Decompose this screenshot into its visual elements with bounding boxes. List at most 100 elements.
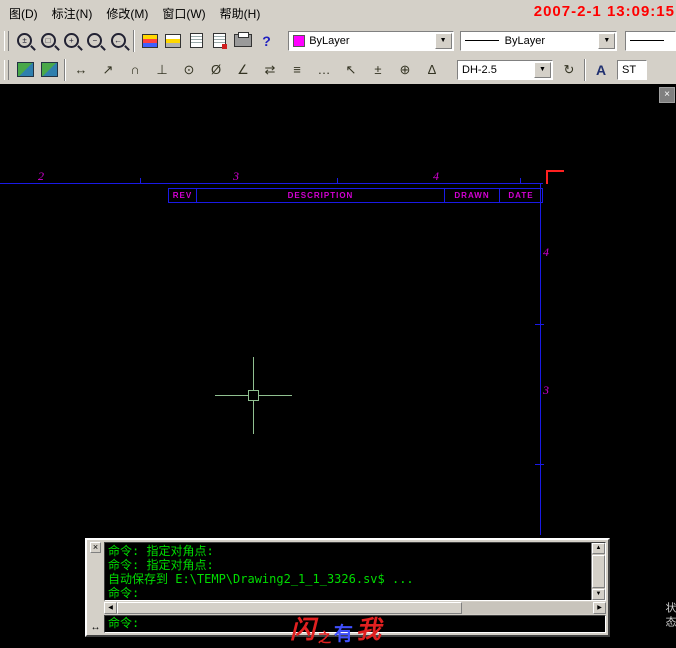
clock-overlay: 2007-2-1 13:09:15 [533, 3, 675, 20]
arc-length-dimension-icon[interactable]: ∩ [123, 58, 147, 82]
lineweight-combo[interactable] [625, 30, 676, 51]
menu-draw[interactable]: 图(D) [2, 1, 45, 26]
linetype-combo[interactable]: ByLayer ▼ [459, 30, 618, 51]
object-properties-icon[interactable] [185, 29, 208, 53]
menu-help[interactable]: 帮助(H) [213, 1, 268, 26]
scroll-up-icon[interactable]: ▲ [592, 543, 605, 554]
match-properties-icon[interactable] [208, 29, 231, 53]
menu-window[interactable]: 窗口(W) [155, 1, 212, 26]
command-history[interactable]: 命令: 指定对角点: 命令: 指定对角点: 自动保存到 E:\TEMP\Draw… [104, 542, 606, 601]
color-combo[interactable]: ByLayer ▼ [288, 30, 454, 51]
dimension-edit-icon[interactable]: Δ [420, 58, 444, 82]
sw-isometric-view-icon[interactable] [13, 58, 37, 82]
color-combo-value: ByLayer [309, 34, 350, 47]
linetype-sample-icon [464, 40, 499, 41]
zoom-in-icon[interactable]: + [60, 29, 83, 53]
document-icon [189, 33, 203, 48]
menu-bar: 图(D) 标注(N) 修改(M) 窗口(W) 帮助(H) 2007-2-1 13… [0, 0, 676, 26]
scroll-right-icon[interactable]: ▶ [593, 602, 606, 614]
icon-glyph: ↻ [563, 62, 575, 77]
icon-glyph: Ø [210, 62, 222, 77]
toolbar-separator [64, 58, 66, 81]
text-style-icon[interactable]: A [589, 58, 613, 82]
text-style-combo[interactable]: ST [617, 59, 647, 80]
watermark-char: 有 [334, 624, 354, 645]
vertical-scrollbar[interactable]: ▲ ▼ [591, 543, 605, 600]
zone-tick [337, 178, 338, 184]
dimension-toolbar: ↔ ↗ ∩ ⊥ ⊙ Ø ∠ ⇄ ≡ … ↖ ± ⊕ Δ DH-2.5 ▼ ↻ A… [0, 55, 676, 84]
command-history-lines: 命令: 指定对角点: 命令: 指定对角点: 自动保存到 E:\TEMP\Draw… [108, 544, 589, 600]
text-style-combo-value: ST [622, 63, 637, 76]
diameter-dimension-icon[interactable]: Ø [204, 58, 228, 82]
command-history-line: 命令: 指定对角点: [108, 558, 214, 572]
icon-glyph: + [69, 35, 74, 45]
icon-glyph: ↖ [345, 62, 357, 77]
zoom-previous-icon[interactable]: ← [106, 29, 129, 53]
zoom-window-icon[interactable]: □ [36, 29, 59, 53]
title-block-header-description: DESCRIPTION [197, 189, 445, 202]
command-history-line: 自动保存到 E:\TEMP\Drawing2_1_1_3326.sv$ ... [108, 572, 414, 586]
watermark-char: 我 [356, 617, 382, 644]
icon-glyph: ± [374, 62, 382, 77]
aligned-dimension-icon[interactable]: ↗ [96, 58, 120, 82]
command-history-line: 命令: 指定对角点: [108, 544, 214, 558]
menu-dimension[interactable]: 标注(N) [45, 1, 100, 26]
scrollbar-thumb[interactable] [592, 555, 605, 588]
zone-tick [140, 178, 141, 184]
toolbar-separator [132, 29, 135, 52]
magnifier-icon: ← [110, 33, 126, 48]
question-mark-icon: ? [262, 32, 271, 49]
layers-list-icon[interactable] [161, 29, 184, 53]
zoom-out-icon[interactable]: − [83, 29, 106, 53]
help-icon[interactable]: ? [255, 29, 278, 53]
document-icon [213, 33, 228, 49]
zoom-realtime-icon[interactable]: ± [13, 29, 36, 53]
se-isometric-view-icon[interactable] [37, 58, 61, 82]
zone-label: 3 [233, 169, 239, 183]
icon-glyph: ≡ [293, 62, 301, 77]
angular-dimension-icon[interactable]: ∠ [231, 58, 255, 82]
layer-properties-icon[interactable] [138, 29, 161, 53]
title-block-header-drawn: DRAWN [445, 189, 500, 202]
continue-dimension-icon[interactable]: … [312, 58, 336, 82]
layers-stack-icon [141, 33, 158, 48]
icon-glyph: ← [114, 35, 123, 45]
title-block-header-rev: REV [169, 189, 197, 202]
command-window-titlebar[interactable]: × ↔ [89, 542, 102, 633]
radius-dimension-icon[interactable]: ⊙ [177, 58, 201, 82]
magnifier-icon: □ [40, 33, 56, 48]
baseline-dimension-icon[interactable]: ≡ [285, 58, 309, 82]
brush-dot-icon [222, 44, 228, 49]
zone-tick [535, 324, 544, 325]
chevron-down-icon[interactable]: ▼ [534, 61, 551, 78]
center-mark-icon[interactable]: ⊕ [393, 58, 417, 82]
menu-modify[interactable]: 修改(M) [99, 1, 155, 26]
chevron-down-icon[interactable]: ▼ [434, 32, 452, 49]
resize-grip-icon[interactable]: ↔ [91, 622, 101, 633]
quick-dimension-icon[interactable]: ⇄ [258, 58, 282, 82]
scroll-down-icon[interactable]: ▼ [592, 589, 605, 600]
title-block-header-date: DATE [508, 191, 534, 200]
drawing-area[interactable]: 2 3 4 4 3 REV DESCRIPTION DRAWN DATE × 状… [0, 84, 676, 648]
lineweight-sample-icon [630, 40, 665, 41]
chevron-down-icon[interactable]: ▼ [598, 32, 616, 49]
tolerance-icon[interactable]: ± [366, 58, 390, 82]
view-cube-icon [40, 62, 58, 77]
ordinate-dimension-icon[interactable]: ⊥ [150, 58, 174, 82]
close-icon[interactable]: × [90, 542, 101, 553]
scroll-left-icon[interactable]: ◀ [104, 602, 117, 614]
icon-glyph: … [317, 62, 331, 77]
watermark-char: 闪 [290, 617, 316, 644]
sheet-border-right-line [540, 183, 541, 535]
dim-style-combo[interactable]: DH-2.5 ▼ [457, 59, 553, 80]
close-icon[interactable]: × [659, 87, 675, 103]
toolbar-grip[interactable] [4, 59, 9, 80]
quick-leader-icon[interactable]: ↖ [339, 58, 363, 82]
toolbar-separator [584, 58, 586, 81]
toolbar-grip[interactable] [4, 30, 9, 51]
print-icon[interactable] [231, 29, 254, 53]
linear-dimension-icon[interactable]: ↔ [69, 58, 93, 82]
icon-glyph: ⊥ [156, 62, 168, 77]
dimension-update-icon[interactable]: ↻ [557, 58, 581, 82]
title-block: REV DESCRIPTION DRAWN DATE [168, 188, 543, 203]
